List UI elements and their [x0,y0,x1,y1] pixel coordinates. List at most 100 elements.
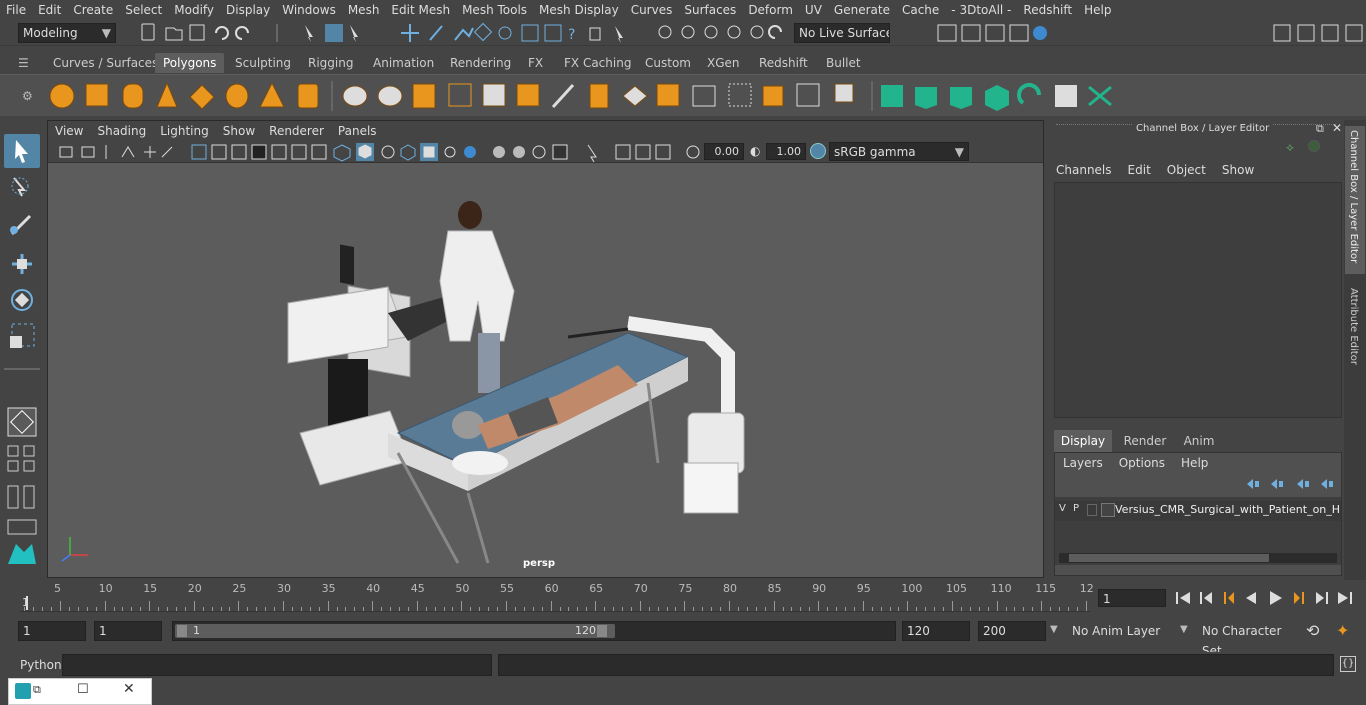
render-toolbar-icons[interactable] [900,20,1050,46]
tab-animation[interactable]: Animation [365,53,442,73]
animation-end-field[interactable]: 200 [978,621,1046,641]
menu-modify[interactable]: Modify [168,0,220,20]
mode-selector[interactable]: Modeling ▼ [18,23,116,43]
anim-layer-selector[interactable]: No Anim Layer [1066,621,1176,641]
shelf-options-gear-icon[interactable]: ⚙ [22,89,33,103]
playback-end-field[interactable]: 120 [902,621,970,641]
channel-box-area[interactable] [1054,182,1342,418]
layer-color-swatch[interactable] [1101,503,1115,517]
tab-rendering[interactable]: Rendering [442,53,519,73]
scene-3d-render[interactable] [48,163,1043,577]
script-language-label[interactable]: Python [20,658,62,672]
layer-action-icons[interactable] [1241,475,1337,493]
layer-tab-anim[interactable]: Anim [1174,430,1224,452]
maximize-icon[interactable]: ☐ [77,682,89,697]
viewport-toolbar-icons[interactable] [48,141,708,163]
menu-curves[interactable]: Curves [625,0,679,20]
layer-tab-render[interactable]: Render [1116,430,1174,452]
cb-menu-edit[interactable]: Edit [1120,160,1159,180]
menu-cache[interactable]: Cache [896,0,945,20]
menu-edit[interactable]: Edit [32,0,67,20]
auto-key-icon[interactable]: ⟲ [1306,621,1319,640]
animation-start-field[interactable]: 1 [18,621,86,641]
layer-visibility-toggle[interactable]: V [1059,503,1066,514]
restore-icon[interactable]: ⧉ [33,683,41,697]
layer-menu-options[interactable]: Options [1111,453,1173,473]
menu-3dtoall[interactable]: - 3DtoAll - [945,0,1017,20]
vp-menu-view[interactable]: View [48,121,90,141]
menu-mesh[interactable]: Mesh [342,0,386,20]
vp-menu-panels[interactable]: Panels [331,121,384,141]
tab-curves-surfaces[interactable]: Curves / Surfaces [45,53,166,73]
vp-menu-shading[interactable]: Shading [90,121,153,141]
layer-tab-display[interactable]: Display [1054,430,1112,452]
color-management-icon[interactable] [810,143,826,159]
tab-custom[interactable]: Custom [637,53,699,73]
timeline-track[interactable]: 5 10 15 20 25 30 35 40 45 50 55 60 65 70 75 80 85 90 95 100… [20,582,1094,612]
side-tab-channel-box[interactable]: Channel Box / Layer Editor [1345,126,1365,274]
range-handle[interactable] [175,624,615,638]
playback-controls[interactable] [1172,586,1362,610]
menu-file[interactable]: File [0,0,32,20]
layer-row[interactable]: V P Versius_CMR_Surgical_with_Patient_on… [1055,501,1341,521]
layer-menu-help[interactable]: Help [1173,453,1216,473]
menu-mesh-display[interactable]: Mesh Display [533,0,625,20]
channel-box-options-icon[interactable]: ⟡ [1286,140,1294,155]
preferences-runner-icon[interactable]: ✦ [1336,621,1349,640]
chevron-down-icon[interactable]: ▼ [1180,624,1188,635]
range-start-grip[interactable] [177,625,187,637]
side-tab-attribute-editor[interactable]: Attribute Editor [1345,284,1365,374]
cb-menu-show[interactable]: Show [1214,160,1262,180]
vp-menu-renderer[interactable]: Renderer [262,121,331,141]
menu-create[interactable]: Create [67,0,119,20]
minimized-window-bar[interactable]: ⧉ ☐ ✕ [8,678,152,705]
cb-menu-object[interactable]: Object [1159,160,1214,180]
viewport-persp[interactable]: View Shading Lighting Show Renderer Pane… [47,120,1044,578]
layer-playback-toggle[interactable]: P [1073,503,1079,514]
character-set-selector[interactable]: No Character Set [1196,621,1300,658]
menu-select[interactable]: Select [119,0,168,20]
menu-redshift[interactable]: Redshift [1017,0,1078,20]
range-end-grip[interactable] [597,625,607,637]
exposure-field[interactable]: 0.00 [704,143,744,160]
menu-help[interactable]: Help [1078,0,1117,20]
tab-redshift[interactable]: Redshift [751,53,816,73]
menu-surfaces[interactable]: Surfaces [678,0,742,20]
menu-generate[interactable]: Generate [828,0,896,20]
vp-menu-show[interactable]: Show [216,121,262,141]
playback-start-field[interactable]: 1 [94,621,162,641]
tab-rigging[interactable]: Rigging [300,53,361,73]
cb-menu-channels[interactable]: Channels [1048,160,1120,180]
tab-bullet[interactable]: Bullet [818,53,869,73]
close-icon[interactable]: ✕ [123,681,135,697]
live-surface-field[interactable]: No Live Surface [794,23,890,43]
layer-scrollbar[interactable] [1059,553,1337,563]
current-frame-field[interactable]: 1 [1098,589,1166,607]
close-icon[interactable]: ✕ [1332,121,1342,135]
color-space-selector[interactable]: sRGB gamma ▼ [829,142,969,161]
menu-display[interactable]: Display [220,0,276,20]
tab-polygons[interactable]: Polygons [155,53,225,73]
menu-windows[interactable]: Windows [276,0,342,20]
workspace-layout-icons[interactable] [1270,20,1366,46]
vp-menu-lighting[interactable]: Lighting [153,121,216,141]
layer-menu-layers[interactable]: Layers [1055,453,1111,473]
tab-xgen[interactable]: XGen [699,53,748,73]
command-input[interactable] [62,654,492,676]
tab-fx-caching[interactable]: FX Caching [556,53,639,73]
tab-fx[interactable]: FX [520,53,551,73]
range-bar[interactable]: 1 120 [172,621,896,641]
chevron-down-icon[interactable]: ▼ [1050,624,1058,635]
gamma-field[interactable]: 1.00 [766,143,806,160]
current-time-indicator[interactable] [26,596,28,610]
time-slider[interactable]: 5 10 15 20 25 30 35 40 45 50 55 60 65 70 75 80 85 90 95 100… [0,580,1366,616]
tab-sculpting[interactable]: Sculpting [227,53,299,73]
menu-mesh-tools[interactable]: Mesh Tools [456,0,533,20]
menu-deform[interactable]: Deform [742,0,799,20]
layer-name[interactable]: Versius_CMR_Surgical_with_Patient_on_Hos [1115,503,1339,516]
script-editor-icon[interactable]: {} [1340,656,1356,672]
menu-uv[interactable]: UV [799,0,828,20]
float-panel-icon[interactable]: ⧉ [1316,122,1324,136]
shelf-tool-icons[interactable] [45,77,1345,115]
shelf-menu-icon[interactable]: ☰ [18,56,29,70]
